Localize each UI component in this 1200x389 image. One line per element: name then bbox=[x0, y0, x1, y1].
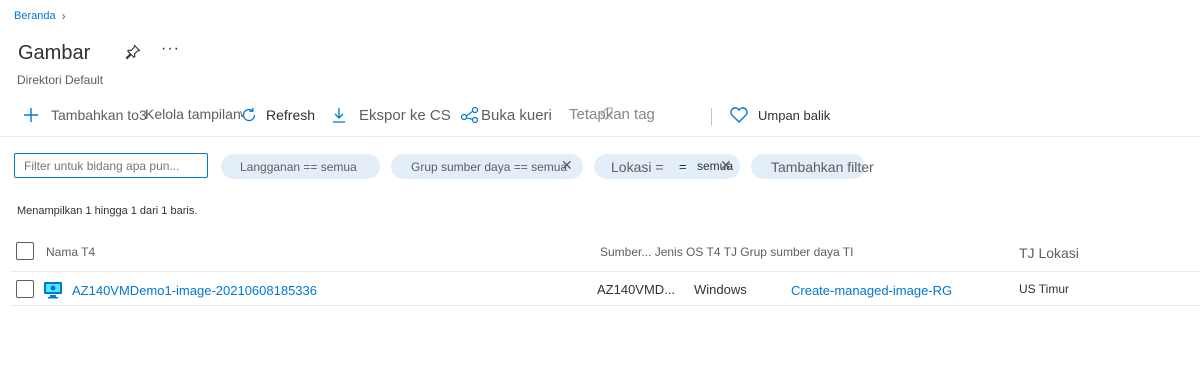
refresh-label: Refresh bbox=[266, 107, 316, 123]
header-divider bbox=[10, 271, 1200, 272]
plus-icon bbox=[24, 108, 38, 122]
subscription-filter-pill[interactable]: Langganan == semua bbox=[221, 154, 380, 179]
tag-icon bbox=[600, 107, 613, 120]
column-header-location[interactable]: TJ Lokasi bbox=[1019, 245, 1079, 261]
manage-view-label: Kelola tampilan bbox=[145, 106, 241, 122]
vm-image-icon bbox=[44, 282, 62, 299]
add-button[interactable]: Tambahkan to3 bbox=[22, 106, 147, 124]
open-query-button[interactable]: Buka kueri bbox=[460, 106, 552, 124]
add-filter-button[interactable]: Tambahkan filter bbox=[751, 154, 874, 179]
column-header-name[interactable]: Nama T4 bbox=[46, 245, 95, 259]
row-checkbox[interactable] bbox=[16, 280, 34, 298]
page-subtitle: Direktori Default bbox=[17, 73, 104, 87]
location-filter-label: Lokasi = bbox=[611, 158, 664, 175]
chevron-right-icon: › bbox=[61, 9, 66, 23]
toolbar-divider-line bbox=[0, 136, 1200, 137]
refresh-icon bbox=[242, 107, 256, 122]
select-all-checkbox[interactable] bbox=[16, 242, 34, 260]
download-icon bbox=[333, 108, 345, 123]
breadcrumb-home-link[interactable]: Beranda bbox=[14, 10, 56, 22]
row-location: US Timur bbox=[1019, 282, 1070, 296]
page-title: Gambar bbox=[18, 42, 91, 64]
row-divider bbox=[10, 305, 1200, 306]
close-icon[interactable]: ✕ bbox=[561, 157, 573, 174]
row-resource-group-link[interactable]: Create-managed-image-RG bbox=[791, 283, 952, 298]
pin-icon[interactable] bbox=[125, 44, 141, 60]
location-filter-pill[interactable]: Lokasi = = semua ✕ bbox=[594, 154, 740, 179]
add-label: Tambahkan to3 bbox=[51, 107, 147, 123]
row-os-type: Windows bbox=[694, 282, 747, 297]
manage-view-button[interactable]: Kelola tampilan ∨ bbox=[145, 106, 246, 122]
resource-group-filter-label: Grup sumber daya == semua bbox=[411, 159, 568, 174]
resource-group-filter-pill[interactable]: Grup sumber daya == semua ✕ bbox=[391, 154, 583, 179]
results-count-text: Menampilkan 1 hingga 1 dari 1 baris. bbox=[17, 205, 198, 217]
open-query-label: Buka kueri bbox=[481, 106, 552, 124]
breadcrumb: Beranda › bbox=[14, 9, 66, 23]
add-filter-label: Tambahkan filter bbox=[771, 158, 874, 175]
heart-icon bbox=[730, 107, 748, 123]
toolbar-divider bbox=[711, 108, 712, 126]
export-csv-label: Ekspor ke CS bbox=[359, 106, 451, 124]
location-filter-operator: = bbox=[679, 159, 687, 174]
feedback-label: Umpan balik bbox=[758, 107, 831, 123]
subscription-filter-label: Langganan == semua bbox=[240, 159, 357, 174]
row-source: AZ140VMD... bbox=[597, 282, 676, 297]
filter-input[interactable] bbox=[14, 153, 208, 178]
more-options-icon[interactable]: ··· bbox=[161, 40, 180, 58]
close-icon[interactable]: ✕ bbox=[720, 157, 732, 174]
refresh-button[interactable]: Refresh bbox=[240, 106, 315, 124]
export-csv-button[interactable]: Ekspor ke CS bbox=[331, 106, 451, 124]
feedback-button[interactable]: Umpan balik bbox=[729, 106, 830, 124]
row-name-link[interactable]: AZ140VMDemo1-image-20210608185336 bbox=[72, 283, 317, 298]
column-header-source-os-group[interactable]: Sumber... Jenis OS T4 TJ Grup sumber day… bbox=[600, 245, 853, 259]
query-icon bbox=[460, 106, 479, 124]
